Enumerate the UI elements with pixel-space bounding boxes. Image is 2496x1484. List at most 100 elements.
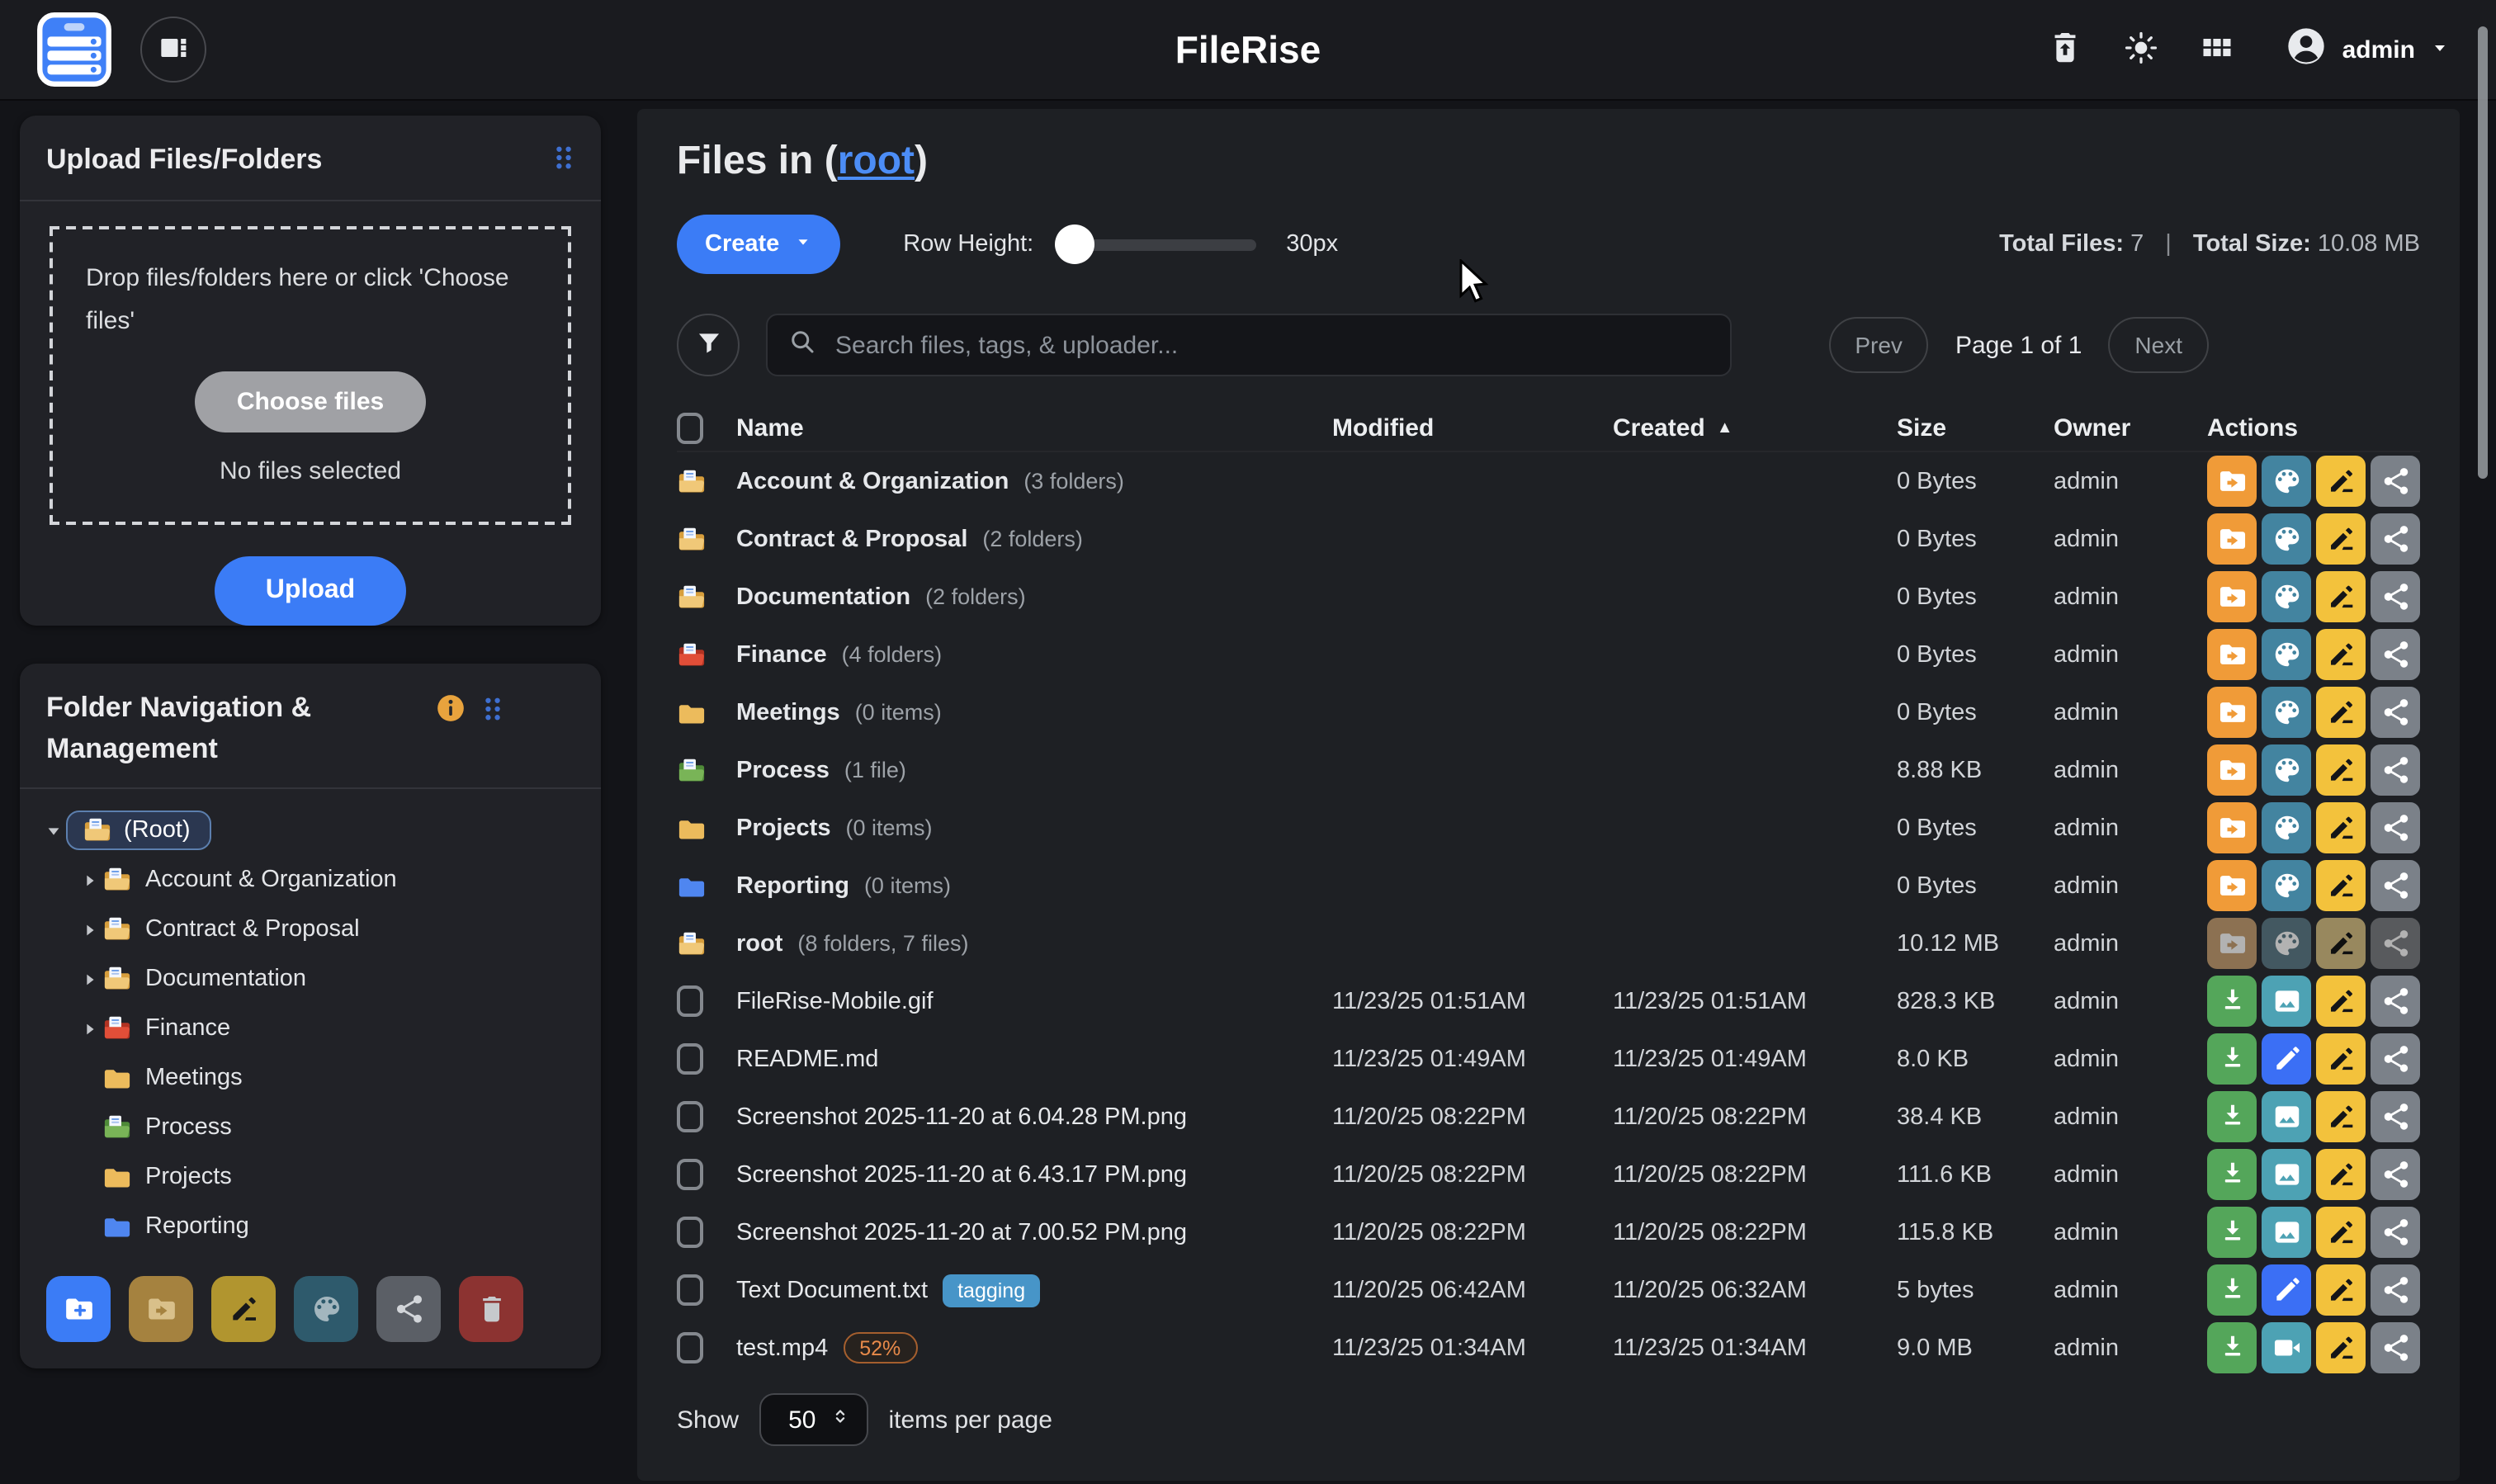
preview-image-button[interactable] [2262, 1091, 2311, 1142]
app-logo[interactable] [36, 12, 112, 87]
row-checkbox[interactable] [677, 1274, 703, 1306]
share-button[interactable] [2371, 802, 2420, 853]
move-folder-button[interactable] [2207, 513, 2257, 565]
move-folder-button[interactable] [2207, 744, 2257, 796]
move-folder-button[interactable] [2207, 456, 2257, 507]
item-name[interactable]: Contract & Proposal [736, 526, 967, 552]
color-folder-button[interactable] [2262, 456, 2311, 507]
filter-button[interactable] [677, 314, 740, 376]
move-folder-button[interactable] [2207, 571, 2257, 622]
drag-handle-icon[interactable] [482, 694, 503, 722]
color-folder-button[interactable] [2262, 744, 2311, 796]
rename-button[interactable] [2316, 456, 2366, 507]
item-name[interactable]: Finance [736, 641, 827, 668]
item-name[interactable]: Meetings [736, 699, 840, 725]
download-button[interactable] [2207, 976, 2257, 1027]
share-button[interactable] [2371, 1033, 2420, 1085]
item-name[interactable]: Text Document.txt [736, 1277, 928, 1303]
edit-button[interactable] [2262, 1033, 2311, 1085]
download-button[interactable] [2207, 1264, 2257, 1316]
tree-item-documentation[interactable]: Documentation [76, 955, 581, 1004]
theme-toggle-button[interactable] [2123, 29, 2159, 70]
folder-row[interactable]: Account & Organization(3 folders)0 Bytes… [677, 452, 2420, 510]
rename-button[interactable] [2316, 976, 2366, 1027]
download-button[interactable] [2207, 1207, 2257, 1258]
rename-button[interactable] [2316, 1207, 2366, 1258]
tree-item--root-[interactable]: (Root) [40, 806, 581, 856]
dropzone[interactable]: Drop files/folders here or click 'Choose… [50, 225, 571, 525]
file-row[interactable]: Screenshot 2025-11-20 at 6.43.17 PM.png1… [677, 1146, 2420, 1203]
edit-button[interactable] [2262, 1264, 2311, 1316]
apps-grid-button[interactable] [2199, 29, 2235, 70]
share-button[interactable] [2371, 513, 2420, 565]
row-checkbox[interactable] [677, 1043, 703, 1075]
color-folder-button[interactable] [2262, 860, 2311, 911]
caret-right-icon[interactable] [76, 1020, 102, 1038]
folder-row[interactable]: Finance(4 folders)0 Bytesadmin [677, 626, 2420, 683]
share-button[interactable] [2371, 571, 2420, 622]
share-button[interactable] [2371, 1207, 2420, 1258]
next-page-button[interactable]: Next [2108, 317, 2209, 373]
item-name[interactable]: Account & Organization [736, 468, 1009, 494]
scrollbar[interactable] [2478, 26, 2488, 479]
info-icon[interactable] [434, 692, 467, 725]
delete-folder-button[interactable] [459, 1277, 523, 1343]
preview-image-button[interactable] [2262, 976, 2311, 1027]
download-button[interactable] [2207, 1091, 2257, 1142]
rename-button[interactable] [2316, 1091, 2366, 1142]
rename-button[interactable] [2316, 687, 2366, 738]
drag-handle-icon[interactable] [553, 144, 574, 172]
item-name[interactable]: FileRise-Mobile.gif [736, 988, 934, 1014]
root-breadcrumb-link[interactable]: root [838, 139, 915, 183]
share-button[interactable] [2371, 687, 2420, 738]
share-button[interactable] [2371, 1322, 2420, 1373]
layout-toggle-button[interactable] [140, 17, 206, 83]
color-folder-button[interactable] [2262, 687, 2311, 738]
item-name[interactable]: Reporting [736, 872, 849, 899]
folder-row[interactable]: Projects(0 items)0 Bytesadmin [677, 799, 2420, 857]
preview-image-button[interactable] [2262, 1207, 2311, 1258]
color-folder-button[interactable] [2262, 802, 2311, 853]
row-checkbox[interactable] [677, 985, 703, 1017]
rename-folder-button[interactable] [211, 1277, 276, 1343]
row-checkbox[interactable] [677, 1101, 703, 1132]
move-folder-button[interactable] [2207, 629, 2257, 680]
selected-folder-pill[interactable]: (Root) [66, 811, 212, 851]
rename-button[interactable] [2316, 1149, 2366, 1200]
preview-video-button[interactable] [2262, 1322, 2311, 1373]
folder-row[interactable]: root(8 folders, 7 files)10.12 MBadmin [677, 915, 2420, 972]
rename-button[interactable] [2316, 744, 2366, 796]
color-folder-button[interactable] [2262, 629, 2311, 680]
item-name[interactable]: root [736, 930, 782, 957]
share-button[interactable] [2371, 1264, 2420, 1316]
file-row[interactable]: Screenshot 2025-11-20 at 7.00.52 PM.png1… [677, 1203, 2420, 1261]
file-row[interactable]: README.md11/23/25 01:49AM11/23/25 01:49A… [677, 1030, 2420, 1088]
download-button[interactable] [2207, 1322, 2257, 1373]
create-button[interactable]: Create [677, 215, 840, 274]
share-button[interactable] [2371, 1149, 2420, 1200]
rename-button[interactable] [2316, 1322, 2366, 1373]
column-modified[interactable]: Modified [1332, 414, 1613, 442]
row-checkbox[interactable] [677, 1159, 703, 1190]
download-button[interactable] [2207, 1033, 2257, 1085]
rename-button[interactable] [2316, 1264, 2366, 1316]
tree-item-account-organization[interactable]: Account & Organization [76, 856, 581, 905]
caret-right-icon[interactable] [76, 872, 102, 890]
caret-down-icon[interactable] [40, 822, 66, 840]
tree-item-projects[interactable]: Projects [76, 1153, 581, 1203]
share-button[interactable] [2371, 1091, 2420, 1142]
move-folder-button[interactable] [129, 1277, 193, 1343]
folder-row[interactable]: Contract & Proposal(2 folders)0 Bytesadm… [677, 510, 2420, 568]
item-name[interactable]: Screenshot 2025-11-20 at 7.00.52 PM.png [736, 1219, 1187, 1245]
tree-item-finance[interactable]: Finance [76, 1004, 581, 1054]
color-folder-button[interactable] [2262, 571, 2311, 622]
move-folder-button[interactable] [2207, 802, 2257, 853]
color-folder-button[interactable] [294, 1277, 358, 1343]
rename-button[interactable] [2316, 513, 2366, 565]
item-name[interactable]: README.md [736, 1046, 878, 1072]
select-all-checkbox[interactable] [677, 413, 703, 444]
move-folder-button[interactable] [2207, 860, 2257, 911]
rename-button[interactable] [2316, 1033, 2366, 1085]
move-folder-button[interactable] [2207, 687, 2257, 738]
preview-image-button[interactable] [2262, 1149, 2311, 1200]
